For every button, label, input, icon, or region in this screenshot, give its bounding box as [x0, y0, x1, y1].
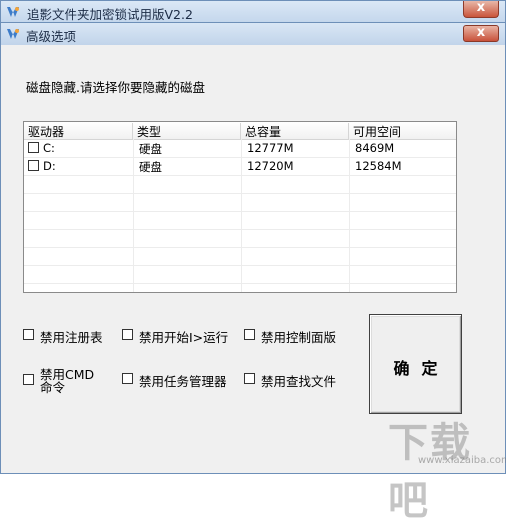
type-cell: 硬盘 [139, 142, 162, 156]
ok-button[interactable]: 确定 [369, 314, 462, 414]
option-label: 禁用注册表 [40, 330, 103, 345]
drive-list[interactable]: 驱动器 类型 总容量 可用空间 C: 硬盘 12777M 8469M D: 硬盘… [23, 121, 457, 293]
dialog-title: 高级选项 [26, 29, 77, 44]
watermark-url: www.xiazaiba.com [418, 455, 506, 466]
outer-close-button[interactable]: x [463, 0, 499, 18]
outer-window-title: 追影文件夹加密锁试用版V2.2 [27, 7, 193, 22]
option-label: 禁用控制面版 [261, 330, 337, 345]
drive-cell: D: [43, 159, 56, 173]
empty-row [24, 212, 456, 230]
empty-row [24, 176, 456, 194]
outer-title-bar[interactable]: 追影文件夹加密锁试用版V2.2 x [1, 0, 505, 23]
app-logo-icon [7, 7, 19, 17]
checkbox[interactable] [244, 329, 255, 340]
column-header-total[interactable]: 总容量 [241, 123, 349, 139]
option-label: 禁用CMD命令 [40, 367, 95, 395]
option-label: 禁用任务管理器 [139, 374, 227, 389]
close-icon: x [476, 25, 486, 40]
ok-button-label: 确定 [393, 359, 450, 378]
advanced-options-dialog: 高级选项 x 磁盘隐藏.请选择你要隐藏的磁盘 驱动器 类型 总容量 可用空间 C… [0, 22, 506, 474]
app-logo-icon [7, 29, 19, 39]
empty-row [24, 266, 456, 284]
table-row[interactable]: D: 硬盘 12720M 12584M [24, 158, 456, 176]
total-cell: 12777M [247, 141, 294, 155]
empty-row [24, 248, 456, 266]
drive-list-header: 驱动器 类型 总容量 可用空间 [24, 122, 456, 140]
drive-cell: C: [43, 141, 55, 155]
type-cell: 硬盘 [139, 160, 162, 174]
empty-row [24, 194, 456, 212]
option-label: 禁用开始I>运行 [139, 330, 229, 345]
close-icon: x [476, 0, 486, 15]
checkbox[interactable] [23, 329, 34, 340]
column-header-type[interactable]: 类型 [133, 123, 241, 139]
disk-hide-prompt: 磁盘隐藏.请选择你要隐藏的磁盘 [26, 80, 205, 95]
drive-checkbox[interactable] [28, 160, 39, 171]
option-label: 禁用查找文件 [261, 374, 337, 389]
free-cell: 12584M [355, 159, 402, 173]
checkbox[interactable] [244, 373, 255, 384]
table-row[interactable]: C: 硬盘 12777M 8469M [24, 140, 456, 158]
column-header-free[interactable]: 可用空间 [349, 123, 456, 139]
checkbox[interactable] [122, 373, 133, 384]
dialog-close-button[interactable]: x [463, 25, 499, 42]
checkbox[interactable] [122, 329, 133, 340]
total-cell: 12720M [247, 159, 294, 173]
drive-checkbox[interactable] [28, 142, 39, 153]
empty-row [24, 230, 456, 248]
dialog-title-bar[interactable]: 高级选项 x [1, 23, 505, 45]
watermark-logo: 下载吧 [388, 420, 472, 524]
column-header-drive[interactable]: 驱动器 [24, 123, 133, 139]
checkbox[interactable] [23, 374, 34, 385]
free-cell: 8469M [355, 141, 395, 155]
